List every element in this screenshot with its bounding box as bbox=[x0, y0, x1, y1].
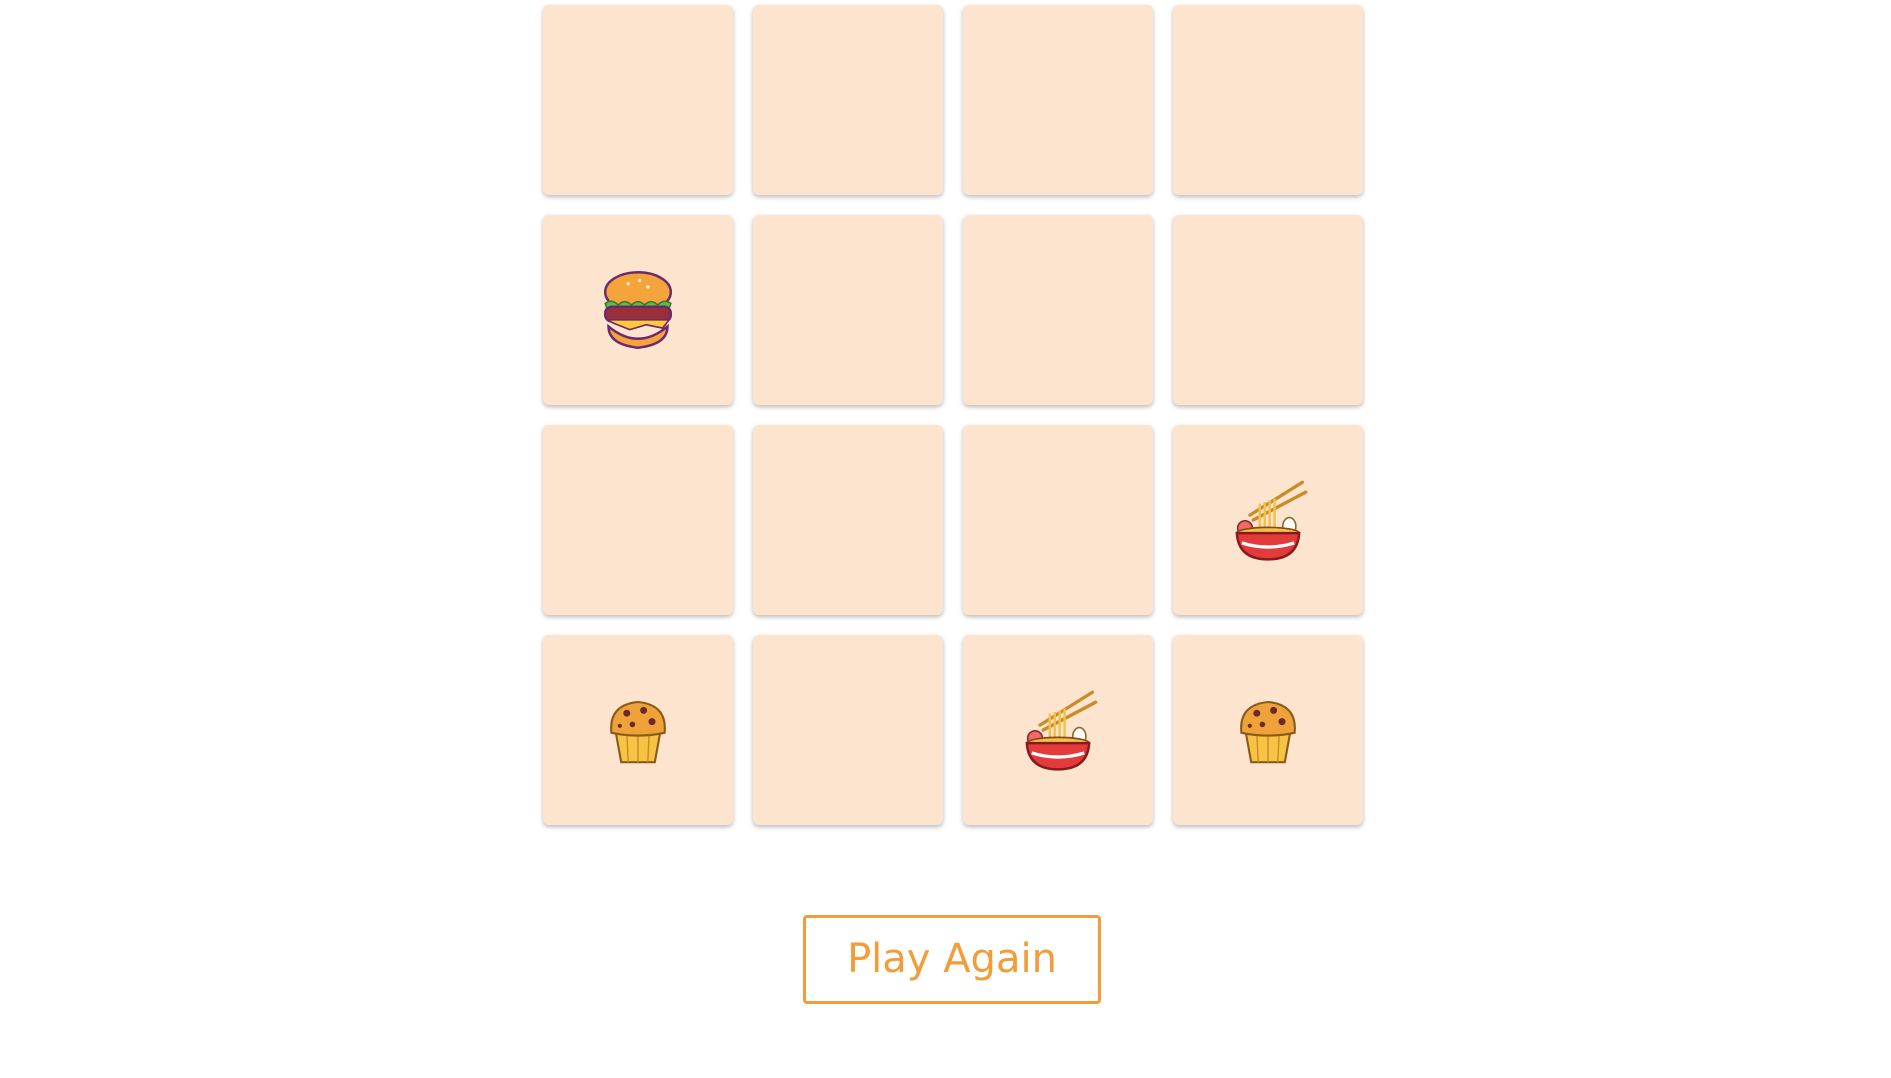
memory-card[interactable] bbox=[1173, 635, 1363, 825]
card-grid bbox=[543, 5, 1363, 825]
memory-card[interactable] bbox=[1173, 215, 1363, 405]
memory-card[interactable] bbox=[543, 635, 733, 825]
muffin-icon bbox=[1240, 700, 1296, 764]
memory-card[interactable] bbox=[543, 215, 733, 405]
memory-card[interactable] bbox=[1173, 5, 1363, 195]
memory-card[interactable] bbox=[963, 5, 1153, 195]
play-again-button[interactable]: Play Again bbox=[803, 915, 1101, 1004]
memory-card[interactable] bbox=[1173, 425, 1363, 615]
ramen-icon bbox=[1235, 480, 1308, 561]
memory-card[interactable] bbox=[753, 425, 943, 615]
memory-card[interactable] bbox=[753, 215, 943, 405]
burger-icon bbox=[603, 271, 673, 349]
memory-card[interactable] bbox=[963, 215, 1153, 405]
memory-card[interactable] bbox=[753, 635, 943, 825]
memory-card[interactable] bbox=[963, 425, 1153, 615]
ramen-icon bbox=[1025, 690, 1098, 771]
memory-card[interactable] bbox=[543, 5, 733, 195]
muffin-icon bbox=[610, 700, 666, 764]
memory-card[interactable] bbox=[963, 635, 1153, 825]
memory-card[interactable] bbox=[543, 425, 733, 615]
memory-game: Play Again bbox=[0, 0, 1891, 1078]
memory-card[interactable] bbox=[753, 5, 943, 195]
